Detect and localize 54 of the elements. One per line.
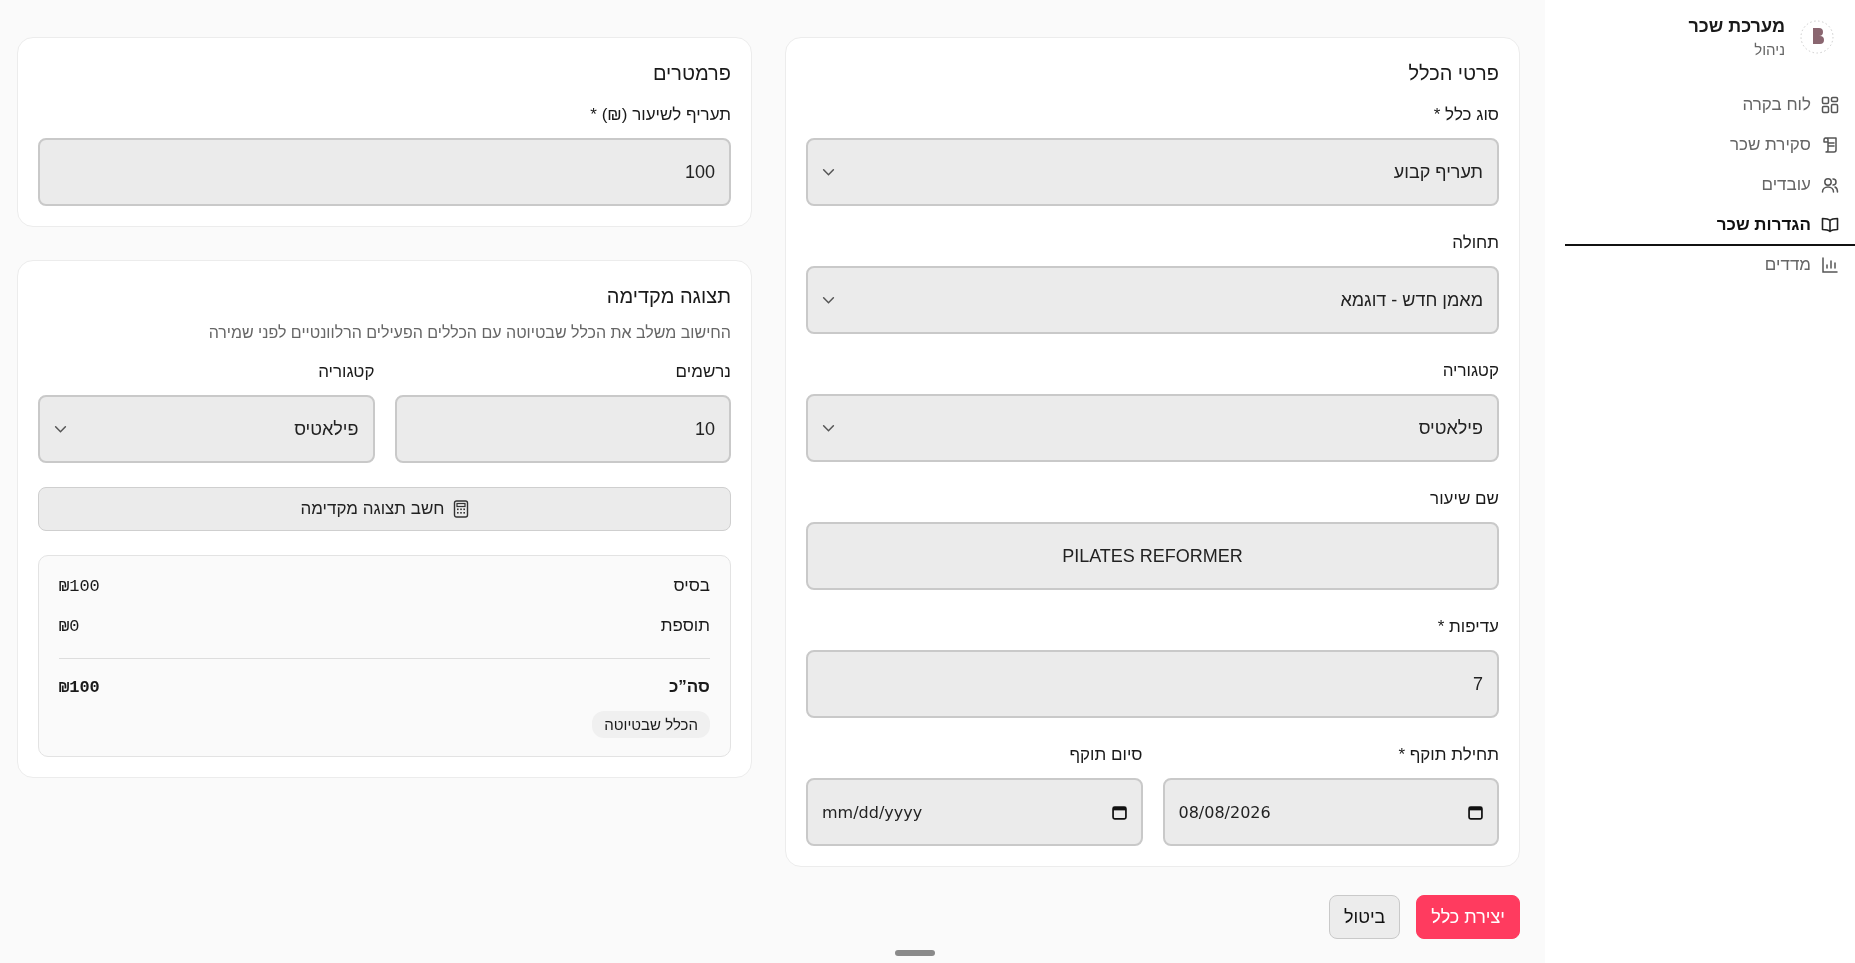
chevron-down-icon xyxy=(822,295,835,305)
select-field[interactable]: מאמן חדש - דוגמא xyxy=(806,266,1499,334)
draft-tag: הכלל שבטיוטה xyxy=(592,711,710,738)
field-label: קטגוריה xyxy=(317,362,375,382)
card-title: פרמטרים xyxy=(651,62,731,85)
select-field[interactable]: פילאטיס xyxy=(38,395,375,463)
calculate-button[interactable]: חשב תצוגה מקדימה xyxy=(38,487,731,531)
field-label: תעריף לשיעור (₪) * xyxy=(589,105,731,125)
field-label: עדיפות * xyxy=(1436,617,1499,637)
users-icon xyxy=(1821,176,1839,194)
line-amount: ₪100 xyxy=(59,576,100,596)
scroll-icon xyxy=(1821,136,1839,154)
nav-item[interactable]: עובדים xyxy=(1565,166,1855,206)
app-title: מערכת שכר xyxy=(1688,16,1785,37)
field-label: נרשמים xyxy=(674,362,731,382)
field-label: קטגוריה xyxy=(1441,361,1499,381)
field-label: תחילת תוקף * xyxy=(1397,745,1499,765)
chevron-down-icon xyxy=(54,424,67,434)
bar-chart-icon xyxy=(1821,256,1839,274)
line-label: תוספת xyxy=(660,616,710,636)
chevron-down-icon xyxy=(822,167,835,177)
chevron-down-icon xyxy=(822,423,835,433)
number-field[interactable]: 100 xyxy=(38,138,731,206)
line-label: בסיס xyxy=(673,576,710,596)
logo-icon xyxy=(1799,19,1835,55)
card-title: פרטי הכלל xyxy=(1407,62,1499,85)
field-label: סיום תוקף xyxy=(1068,745,1143,765)
select-field[interactable]: תעריף קבוע xyxy=(806,138,1499,206)
calculator-icon xyxy=(452,500,469,518)
number-field[interactable]: 10 xyxy=(394,395,731,463)
input-field[interactable]: PILATES REFORMER xyxy=(806,522,1499,590)
nav-item[interactable]: לוח בקרה xyxy=(1565,86,1855,126)
line-amount: ₪0 xyxy=(59,616,80,636)
field-label: תחולה xyxy=(1451,233,1499,253)
book-icon xyxy=(1821,216,1839,234)
nav-item[interactable]: הגדרות שכר xyxy=(1565,206,1855,246)
card-description: החישוב משלב את הכלל שבטיוטה עם הכללים הפעילים הרלוונטיים לפני שמירה xyxy=(207,324,731,342)
cancel-button[interactable]: ביטול xyxy=(1328,895,1401,939)
app-subtitle: ניהול xyxy=(1753,41,1785,58)
calendar-icon xyxy=(1111,804,1127,820)
calendar-icon xyxy=(1468,804,1483,820)
total-label: סה”כ xyxy=(668,677,710,697)
grid-icon xyxy=(1821,96,1839,114)
card-title: תצוגה מקדימה xyxy=(605,285,731,308)
select-field[interactable]: פילאטיס xyxy=(806,394,1499,462)
nav-item[interactable]: סקירת שכר xyxy=(1565,126,1855,166)
date-field[interactable]: mm/dd/yyyy xyxy=(806,778,1143,846)
field-label: סוג כלל * xyxy=(1432,105,1499,125)
field-label: שם שיעור xyxy=(1429,489,1499,509)
date-field[interactable]: 08/08/2026 xyxy=(1162,778,1499,846)
total-amount: ₪100 xyxy=(59,677,100,697)
nav-item[interactable]: מדדים xyxy=(1565,246,1855,286)
drag-handle[interactable] xyxy=(895,950,935,956)
number-field[interactable]: 7 xyxy=(806,650,1499,718)
